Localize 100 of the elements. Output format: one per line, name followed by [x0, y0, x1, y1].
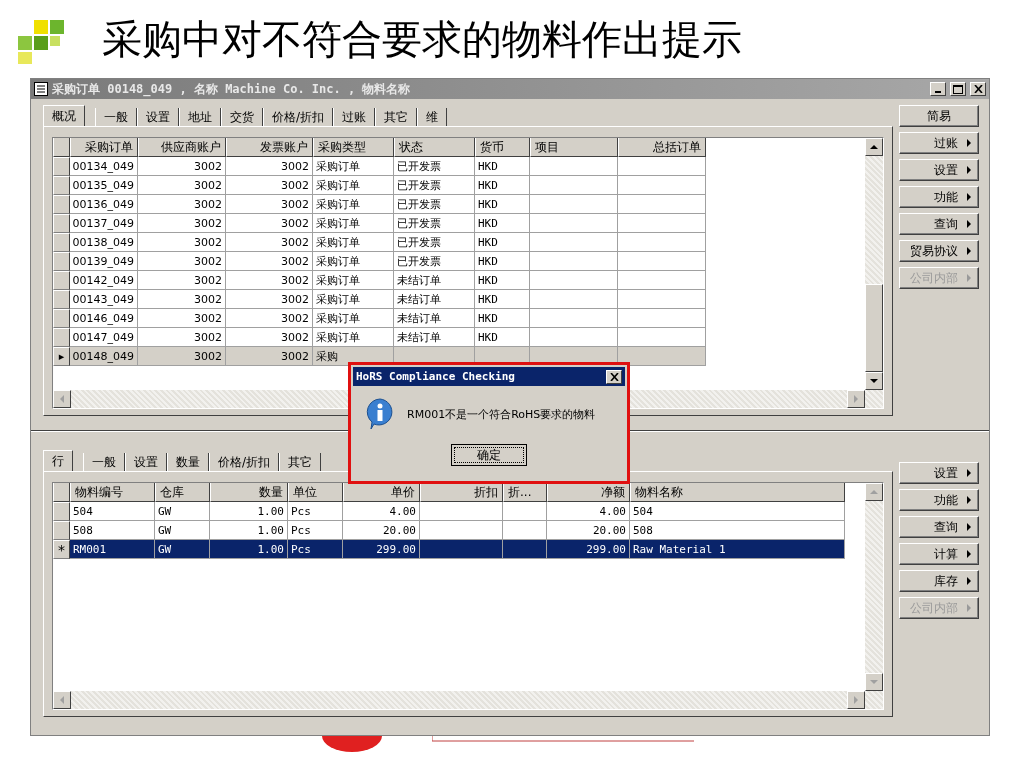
tab[interactable]: 行	[43, 450, 73, 471]
column-header[interactable]: 状态	[394, 138, 475, 157]
tab[interactable]: 过账	[333, 108, 376, 126]
table-row[interactable]: 00135_049 3002 3002 采购订单 已开发票 HKD	[53, 176, 865, 195]
close-button[interactable]	[970, 82, 986, 96]
caret-icon	[964, 273, 974, 283]
scroll-down-button[interactable]	[865, 372, 883, 390]
menu-button[interactable]: 功能	[899, 186, 979, 208]
column-header[interactable]: 单价	[343, 483, 420, 502]
tab[interactable]: 其它	[279, 453, 322, 471]
row-header[interactable]	[53, 309, 70, 328]
horizontal-scrollbar[interactable]	[53, 691, 883, 709]
table-row[interactable]: 00146_049 3002 3002 采购订单 未结订单 HKD	[53, 309, 865, 328]
scroll-thumb[interactable]	[865, 284, 883, 372]
table-cell: 已开发票	[394, 252, 475, 271]
table-row[interactable]: 00147_049 3002 3002 采购订单 未结订单 HKD	[53, 328, 865, 347]
menu-button[interactable]: 设置	[899, 159, 979, 181]
row-header[interactable]	[53, 521, 70, 540]
scroll-right-button[interactable]	[847, 390, 865, 408]
scroll-up-button[interactable]	[865, 483, 883, 501]
row-header[interactable]	[53, 214, 70, 233]
tab[interactable]: 数量	[167, 453, 209, 471]
scroll-down-icon	[869, 376, 879, 386]
column-header[interactable]: 供应商账户	[138, 138, 226, 157]
caret-icon	[964, 495, 974, 505]
table-row[interactable]: 00134_049 3002 3002 采购订单 已开发票 HKD	[53, 157, 865, 176]
menu-button[interactable]: 简易	[899, 105, 979, 127]
table-row[interactable]: 504 GW 1.00 Pcs 4.00 4.00 504	[53, 502, 865, 521]
column-header[interactable]: 项目	[530, 138, 618, 157]
tab[interactable]: 设置	[137, 108, 179, 126]
row-header[interactable]	[53, 195, 70, 214]
tab[interactable]: 交货	[221, 108, 263, 126]
row-header[interactable]	[53, 252, 70, 271]
tab[interactable]: 维	[417, 108, 448, 126]
tab[interactable]: 设置	[125, 453, 167, 471]
row-header[interactable]: ▸	[53, 347, 70, 366]
row-header[interactable]	[53, 271, 70, 290]
table-cell: 3002	[138, 290, 226, 309]
menu-button[interactable]: 贸易协议	[899, 240, 979, 262]
vertical-scrollbar[interactable]	[865, 138, 883, 390]
column-header[interactable]: 数量	[210, 483, 288, 502]
tab[interactable]: 其它	[375, 108, 418, 126]
table-cell: 299.00	[343, 540, 420, 559]
row-header[interactable]	[53, 233, 70, 252]
column-header[interactable]: 货币	[475, 138, 530, 157]
caret-icon	[851, 394, 861, 404]
column-header[interactable]: 采购订单	[70, 138, 138, 157]
tab[interactable]: 一般	[95, 108, 137, 126]
menu-button[interactable]: 计算	[899, 543, 979, 565]
table-row[interactable]: 00143_049 3002 3002 采购订单 未结订单 HKD	[53, 290, 865, 309]
close-button[interactable]	[606, 369, 622, 384]
tab[interactable]: 一般	[83, 453, 125, 471]
menu-button[interactable]: 查询	[899, 516, 979, 538]
menu-button[interactable]: 库存	[899, 570, 979, 592]
tab[interactable]: 地址	[179, 108, 221, 126]
tab[interactable]: 价格/折扣	[209, 453, 280, 471]
table-cell: 504	[630, 502, 845, 521]
scroll-left-button[interactable]	[53, 390, 71, 408]
menu-button[interactable]: 设置	[899, 462, 979, 484]
table-cell: Raw Material 1	[630, 540, 845, 559]
column-header[interactable]: 发票账户	[226, 138, 313, 157]
column-header[interactable]: 仓库	[155, 483, 210, 502]
table-cell: 20.00	[343, 521, 420, 540]
scroll-up-button[interactable]	[865, 138, 883, 156]
scroll-right-button[interactable]	[847, 691, 865, 709]
vertical-scrollbar[interactable]	[865, 483, 883, 691]
scroll-left-button[interactable]	[53, 691, 71, 709]
maximize-button[interactable]	[950, 82, 966, 96]
table-cell: 00146_049	[70, 309, 138, 328]
table-row[interactable]: 00137_049 3002 3002 采购订单 已开发票 HKD	[53, 214, 865, 233]
table-cell: 00147_049	[70, 328, 138, 347]
table-row[interactable]: 00142_049 3002 3002 采购订单 未结订单 HKD	[53, 271, 865, 290]
table-cell: HKD	[475, 328, 530, 347]
menu-button[interactable]: 过账	[899, 132, 979, 154]
table-row[interactable]: * RM001 GW 1.00 Pcs 299.00 299.00 Raw Material 1	[53, 540, 865, 559]
caret-icon	[964, 576, 974, 586]
menu-button[interactable]: 查询	[899, 213, 979, 235]
caret-icon	[851, 695, 861, 705]
table-cell: 3002	[138, 328, 226, 347]
row-header[interactable]	[53, 290, 70, 309]
row-header[interactable]	[53, 328, 70, 347]
column-header[interactable]: 采购类型	[313, 138, 394, 157]
column-header[interactable]: 总括订单	[618, 138, 706, 157]
row-header[interactable]	[53, 502, 70, 521]
column-header[interactable]: 物料编号	[70, 483, 155, 502]
row-header[interactable]: *	[53, 540, 70, 559]
ok-button[interactable]: 确定	[451, 444, 527, 466]
table-row[interactable]: 00136_049 3002 3002 采购订单 已开发票 HKD	[53, 195, 865, 214]
tab[interactable]: 概况	[43, 105, 85, 126]
table-row[interactable]: 00138_049 3002 3002 采购订单 已开发票 HKD	[53, 233, 865, 252]
minimize-button[interactable]	[930, 82, 946, 96]
column-header[interactable]: 单位	[288, 483, 343, 502]
column-header[interactable]: 物料名称	[630, 483, 845, 502]
row-header[interactable]	[53, 176, 70, 195]
menu-button[interactable]: 功能	[899, 489, 979, 511]
table-row[interactable]: 508 GW 1.00 Pcs 20.00 20.00 508	[53, 521, 865, 540]
scroll-down-button[interactable]	[865, 673, 883, 691]
table-row[interactable]: 00139_049 3002 3002 采购订单 已开发票 HKD	[53, 252, 865, 271]
tab[interactable]: 价格/折扣	[263, 108, 334, 126]
row-header[interactable]	[53, 157, 70, 176]
